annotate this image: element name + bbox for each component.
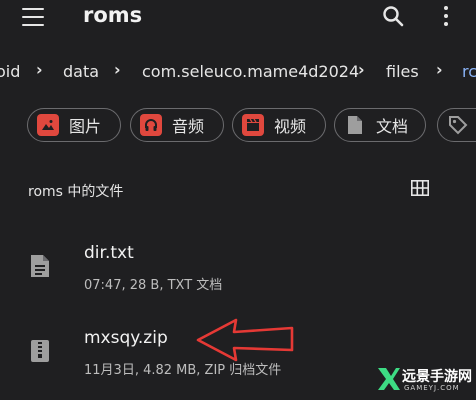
search-icon[interactable]: [381, 4, 405, 28]
chip-label: 视频: [274, 117, 307, 136]
zip-file-icon: [31, 340, 49, 362]
headphones-icon: [140, 114, 162, 136]
text-file-icon: [31, 255, 49, 277]
breadcrumb-separator: ›: [36, 60, 43, 79]
tag-icon: [447, 114, 469, 136]
chip-label: 音频: [172, 117, 205, 136]
file-name: dir.txt: [84, 243, 134, 263]
clapperboard-icon: [242, 114, 264, 136]
file-row[interactable]: dir.txt 07:47, 28 B, TXT 文档: [0, 240, 476, 296]
chip-label: 图片: [69, 117, 102, 136]
watermark-subtext: GAMEYJ.COM: [404, 384, 460, 392]
category-chips: 图片 音频 视频 文档: [0, 108, 476, 146]
grid-view-icon[interactable]: [411, 180, 429, 196]
app-bar: roms: [0, 0, 476, 36]
watermark-logo-icon: [378, 368, 400, 390]
page-title: roms: [83, 3, 143, 27]
breadcrumb-item[interactable]: data: [63, 62, 99, 81]
breadcrumb-separator: ›: [358, 60, 365, 79]
document-icon: [344, 114, 366, 136]
file-name: mxsqy.zip: [84, 328, 168, 348]
breadcrumb-item[interactable]: files: [386, 62, 419, 81]
chip-documents[interactable]: 文档: [334, 108, 426, 142]
more-options-icon[interactable]: [441, 6, 451, 28]
chip-audio[interactable]: 音频: [130, 108, 224, 142]
chip-images[interactable]: 图片: [27, 108, 121, 142]
breadcrumb: oid › data › com.seleuco.mame4d2024 › fi…: [0, 58, 476, 86]
watermark: 远景手游网 GAMEYJ.COM: [378, 362, 474, 398]
watermark-text: 远景手游网: [402, 369, 472, 385]
annotation-arrow-icon: [196, 318, 294, 362]
breadcrumb-item-current[interactable]: rc: [462, 62, 476, 81]
image-icon: [37, 114, 59, 136]
breadcrumb-item[interactable]: com.seleuco.mame4d2024: [142, 62, 359, 81]
chip-label: 文档: [376, 117, 409, 136]
file-meta: 07:47, 28 B, TXT 文档: [84, 278, 223, 293]
section-title: roms 中的文件: [28, 184, 124, 200]
breadcrumb-item[interactable]: oid: [0, 62, 20, 81]
menu-icon[interactable]: [22, 8, 44, 26]
breadcrumb-separator: ›: [114, 60, 121, 79]
breadcrumb-separator: ›: [436, 60, 443, 79]
chip-video[interactable]: 视频: [232, 108, 326, 142]
chip-tags[interactable]: [437, 108, 476, 142]
